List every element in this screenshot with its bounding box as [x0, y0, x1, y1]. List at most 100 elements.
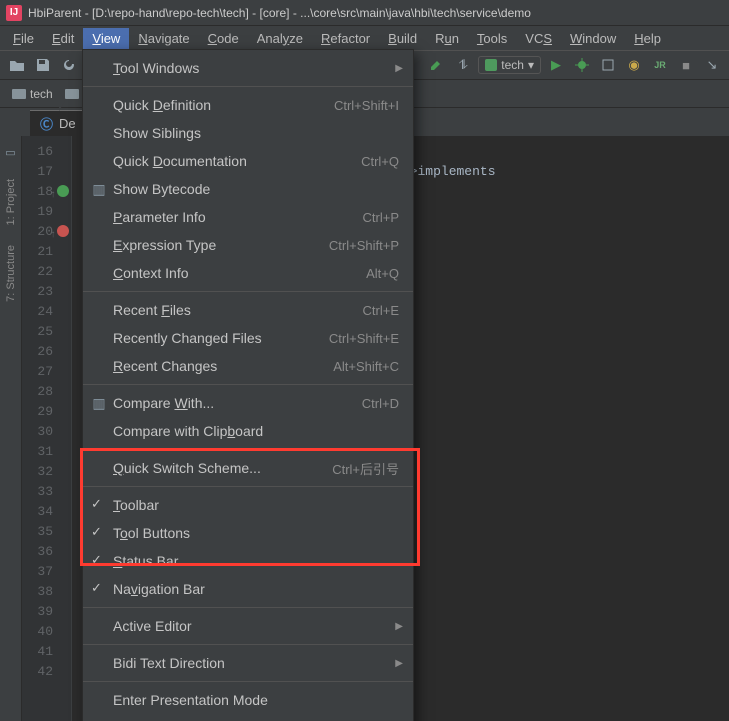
menu-item-active-editor[interactable]: Active Editor▶	[83, 612, 413, 640]
breadcrumb-item[interactable]: tech	[6, 87, 59, 101]
menu-item-label: Enter Presentation Mode	[113, 692, 268, 708]
line-number[interactable]: 20↑	[22, 222, 71, 242]
editor-tab[interactable]: ⒸDe	[30, 110, 86, 136]
line-number[interactable]: 31	[22, 442, 71, 462]
menu-item-expression-type[interactable]: Expression TypeCtrl+Shift+P	[83, 231, 413, 259]
gutter-mark-icon	[57, 225, 69, 237]
menu-item-quick-documentation[interactable]: Quick DocumentationCtrl+Q	[83, 147, 413, 175]
menu-item-toolbar[interactable]: ✓Toolbar	[83, 491, 413, 519]
save-icon[interactable]	[32, 54, 54, 76]
menu-vcs[interactable]: VCS	[516, 28, 561, 49]
line-number[interactable]: 41	[22, 642, 71, 662]
menu-navigate[interactable]: Navigate	[129, 28, 198, 49]
line-number[interactable]: 30	[22, 422, 71, 442]
line-number[interactable]: 37	[22, 562, 71, 582]
line-number[interactable]: 42	[22, 662, 71, 682]
menu-run[interactable]: Run	[426, 28, 468, 49]
menu-analyze[interactable]: Analyze	[248, 28, 312, 49]
run-config-selector[interactable]: tech ▾	[478, 56, 541, 74]
refresh-icon[interactable]	[58, 54, 80, 76]
line-number[interactable]: 35	[22, 522, 71, 542]
line-number[interactable]: 38	[22, 582, 71, 602]
line-number[interactable]: 18↑	[22, 182, 71, 202]
menu-item-label: Expression Type	[113, 237, 216, 253]
menu-item-enter-distraction-free-mode[interactable]: Enter Distraction Free Mode	[83, 714, 413, 721]
menu-shortcut: Ctrl+P	[363, 210, 399, 225]
view-menu-dropdown: Tool Windows ▶ Quick DefinitionCtrl+Shift+…	[82, 49, 414, 721]
menu-item-bidi-text-direction[interactable]: Bidi Text Direction▶	[83, 649, 413, 677]
menu-help[interactable]: Help	[625, 28, 670, 49]
menu-refactor[interactable]: Refactor	[312, 28, 379, 49]
run-icon[interactable]: ▶	[545, 54, 567, 76]
menu-item-label: Navigation Bar	[113, 581, 205, 597]
menu-item-tool-buttons[interactable]: ✓Tool Buttons	[83, 519, 413, 547]
menu-code[interactable]: Code	[199, 28, 248, 49]
tool-window-button[interactable]: 1: Project	[5, 179, 17, 225]
compare-icon: ▥	[91, 395, 107, 411]
line-number[interactable]: 19	[22, 202, 71, 222]
open-icon[interactable]	[6, 54, 28, 76]
more-icon[interactable]: ↘	[701, 54, 723, 76]
line-number[interactable]: 32	[22, 462, 71, 482]
menu-item-recent-changes[interactable]: Recent ChangesAlt+Shift+C	[83, 352, 413, 380]
menu-item-context-info[interactable]: Context InfoAlt+Q	[83, 259, 413, 287]
menu-item-tool-windows[interactable]: Tool Windows ▶	[83, 54, 413, 82]
line-number[interactable]: 33	[22, 482, 71, 502]
chevron-right-icon: ▶	[395, 621, 403, 632]
menu-divider	[83, 384, 413, 385]
toggle-icon[interactable]: ⥮	[452, 54, 474, 76]
menu-item-show-bytecode[interactable]: ▥Show Bytecode	[83, 175, 413, 203]
line-number[interactable]: 22	[22, 262, 71, 282]
menu-item-compare-with-clipboard[interactable]: Compare with Clipboard	[83, 417, 413, 445]
chevron-right-icon: ▶	[395, 63, 403, 74]
debug-icon[interactable]	[571, 54, 593, 76]
line-number[interactable]: 40	[22, 622, 71, 642]
menu-item-label: Quick Switch Scheme...	[113, 460, 261, 476]
menu-tools[interactable]: Tools	[468, 28, 516, 49]
coverage-icon[interactable]	[597, 54, 619, 76]
line-number[interactable]: 26	[22, 342, 71, 362]
menu-item-parameter-info[interactable]: Parameter Info Ctrl+P	[83, 203, 413, 231]
menu-item-navigation-bar[interactable]: ✓Navigation Bar	[83, 575, 413, 603]
menu-item-label: Parameter Info	[113, 209, 206, 225]
menu-item-label: Status Bar	[113, 553, 178, 569]
line-number[interactable]: 23	[22, 282, 71, 302]
menu-item-enter-presentation-mode[interactable]: Enter Presentation Mode	[83, 686, 413, 714]
title-app: HbiParent	[28, 6, 81, 20]
menu-divider	[83, 644, 413, 645]
menu-item-compare-with[interactable]: ▥Compare With...Ctrl+D	[83, 389, 413, 417]
profile-icon[interactable]: ◉	[623, 54, 645, 76]
run-config-icon	[485, 59, 497, 71]
menu-item-quick-definition[interactable]: Quick DefinitionCtrl+Shift+I	[83, 91, 413, 119]
line-number[interactable]: 29	[22, 402, 71, 422]
tool-window-button[interactable]: 7: Structure	[5, 245, 17, 302]
square-icon[interactable]: ▭	[5, 146, 15, 159]
line-number[interactable]: 36	[22, 542, 71, 562]
menu-file[interactable]: File	[4, 28, 43, 49]
menu-item-recent-files[interactable]: Recent FilesCtrl+E	[83, 296, 413, 324]
menu-edit[interactable]: Edit	[43, 28, 83, 49]
menu-item-status-bar[interactable]: ✓Status Bar	[83, 547, 413, 575]
line-number[interactable]: 25	[22, 322, 71, 342]
menu-item-label: Quick Documentation	[113, 153, 247, 169]
line-number[interactable]: 34	[22, 502, 71, 522]
menu-shortcut: Ctrl+Shift+I	[334, 98, 399, 113]
menu-view[interactable]: View	[83, 28, 129, 49]
line-number[interactable]: 27	[22, 362, 71, 382]
menu-window[interactable]: Window	[561, 28, 625, 49]
stop-icon[interactable]: ■	[675, 54, 697, 76]
line-number[interactable]: 28	[22, 382, 71, 402]
line-number[interactable]: 24	[22, 302, 71, 322]
line-number[interactable]: 39	[22, 602, 71, 622]
line-number[interactable]: 17	[22, 162, 71, 182]
hammer-icon[interactable]	[426, 54, 448, 76]
menu-item-label: Tool Windows	[113, 60, 199, 76]
line-number[interactable]: 21	[22, 242, 71, 262]
menu-item-recently-changed-files[interactable]: Recently Changed FilesCtrl+Shift+E	[83, 324, 413, 352]
chevron-right-icon: ▶	[395, 658, 403, 669]
jrebel-icon[interactable]: JR	[649, 54, 671, 76]
menu-item-show-siblings[interactable]: Show Siblings	[83, 119, 413, 147]
line-number[interactable]: 16	[22, 142, 71, 162]
menu-item-quick-switch-scheme[interactable]: Quick Switch Scheme...Ctrl+后引号	[83, 454, 413, 482]
menu-build[interactable]: Build	[379, 28, 426, 49]
